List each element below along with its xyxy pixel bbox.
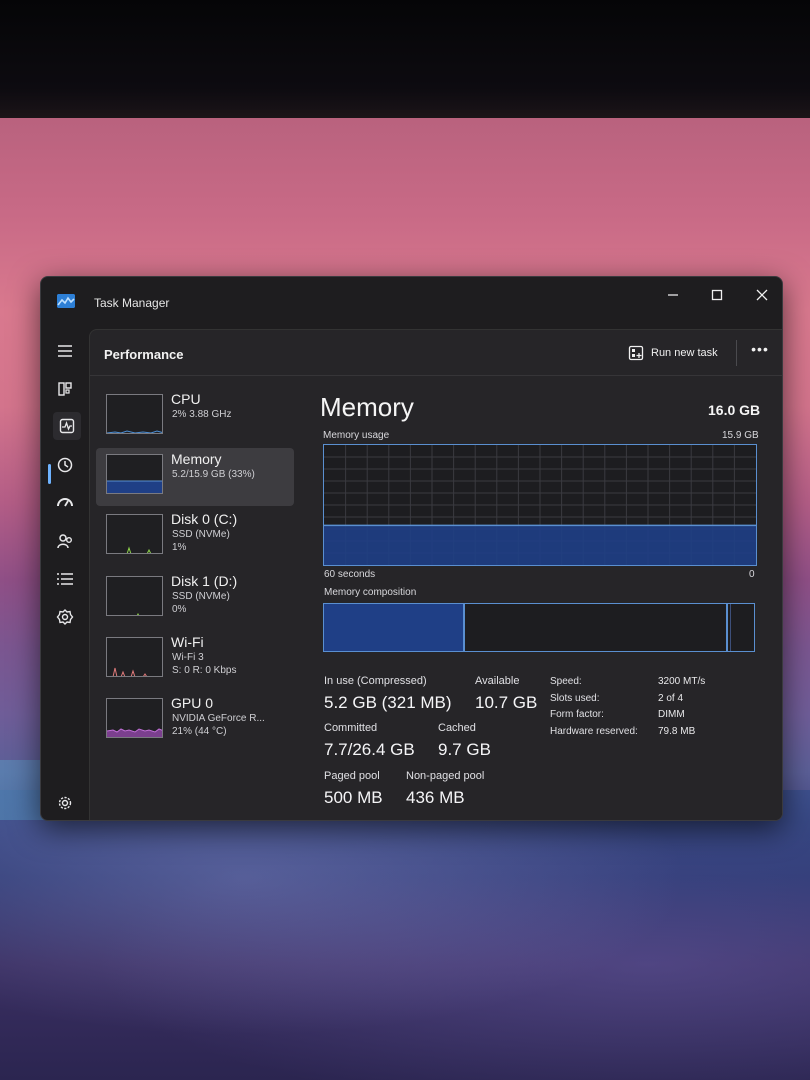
- window-title: Task Manager: [94, 296, 170, 310]
- in-use-value: 5.2 GB (321 MB): [324, 693, 452, 712]
- memory-thumbnail-graph: [106, 454, 163, 494]
- form-factor-value: DIMM: [658, 709, 685, 720]
- memory-usage-chart: [324, 445, 756, 565]
- hamburger-menu-icon[interactable]: [51, 337, 79, 365]
- processes-icon[interactable]: [51, 375, 79, 403]
- hardware-reserved-label: Hardware reserved:: [550, 726, 638, 737]
- resource-usage: 0%: [172, 604, 187, 615]
- detail-title: Memory: [320, 392, 414, 422]
- non-paged-pool-label: Non-paged pool: [406, 770, 485, 782]
- title-bar[interactable]: Task Manager: [41, 277, 782, 325]
- services-icon[interactable]: [51, 603, 79, 631]
- memory-usage-max: 15.9 GB: [722, 430, 759, 441]
- resource-detail: SSD (NVMe): [172, 529, 230, 540]
- wallpaper-sea: [0, 790, 810, 1080]
- memory-usage-label: Memory usage: [323, 430, 390, 441]
- close-button[interactable]: [742, 281, 782, 309]
- cached-value: 9.7 GB: [438, 740, 491, 759]
- memory-total: 16.0 GB: [708, 402, 761, 418]
- resource-usage: S: 0 R: 0 Kbps: [172, 665, 237, 676]
- resource-usage: 1%: [172, 542, 187, 553]
- committed-label: Committed: [324, 722, 378, 734]
- maximize-button[interactable]: [697, 281, 737, 309]
- composition-free: [733, 604, 754, 651]
- graph-time-left: 60 seconds: [324, 569, 376, 580]
- disk-0-thumbnail-graph: [106, 514, 163, 554]
- form-factor-label: Form factor:: [550, 709, 604, 720]
- memory-composition-bar: [323, 603, 755, 652]
- paged-pool-value: 500 MB: [324, 788, 383, 807]
- paged-pool-label: Paged pool: [324, 770, 380, 782]
- users-icon[interactable]: [51, 527, 79, 555]
- settings-icon[interactable]: [51, 789, 79, 817]
- disk-1-thumbnail-graph: [106, 576, 163, 616]
- resource-detail: 2% 3.88 GHz: [172, 409, 232, 420]
- resource-item-wifi[interactable]: Wi-Fi Wi-Fi 3 S: 0 R: 0 Kbps: [96, 631, 294, 689]
- in-use-label: In use (Compressed): [324, 675, 427, 687]
- navigation-rail: [41, 325, 87, 820]
- resource-item-memory[interactable]: Memory 5.2/15.9 GB (33%): [96, 448, 294, 506]
- startup-apps-icon[interactable]: [51, 489, 79, 517]
- resource-detail: NVIDIA GeForce R...: [172, 713, 265, 724]
- memory-usage-area: [324, 525, 756, 565]
- performance-icon[interactable]: [53, 412, 81, 440]
- wifi-thumbnail-graph: [106, 637, 163, 677]
- graph-time-right: 0: [749, 569, 755, 580]
- available-value: 10.7 GB: [475, 693, 538, 712]
- page-title: Performance: [104, 347, 184, 362]
- cpu-thumbnail-graph: [106, 394, 163, 434]
- speed-label: Speed:: [550, 676, 582, 687]
- toolbar-divider: [736, 340, 737, 366]
- composition-modified: [730, 604, 731, 651]
- run-new-task-button[interactable]: Run new task: [628, 342, 718, 364]
- speed-value: 3200 MT/s: [658, 676, 706, 687]
- resource-item-cpu[interactable]: CPU 2% 3.88 GHz: [96, 388, 294, 446]
- composition-in-use: [324, 604, 465, 651]
- resource-detail: SSD (NVMe): [172, 591, 230, 602]
- resource-item-disk-0[interactable]: Disk 0 (C:) SSD (NVMe) 1%: [96, 508, 294, 566]
- resource-detail: 5.2/15.9 GB (33%): [172, 469, 255, 480]
- committed-value: 7.7/26.4 GB: [324, 740, 415, 759]
- memory-usage-graph: [323, 444, 757, 566]
- details-icon[interactable]: [51, 565, 79, 593]
- app-history-icon[interactable]: [51, 451, 79, 479]
- hardware-reserved-value: 79.8 MB: [658, 726, 696, 737]
- slots-used-label: Slots used:: [550, 693, 600, 704]
- gpu-0-thumbnail-graph: [106, 698, 163, 738]
- monitor-bezel: [0, 0, 810, 118]
- memory-composition-label: Memory composition: [324, 587, 417, 598]
- task-manager-icon: [57, 294, 75, 308]
- more-options-button[interactable]: •••: [748, 341, 772, 363]
- header-separator: [90, 375, 782, 376]
- task-manager-window: Task Manager Performance Run new task ••…: [40, 276, 783, 821]
- non-paged-pool-value: 436 MB: [406, 788, 465, 807]
- minimize-button[interactable]: [653, 281, 693, 309]
- run-new-task-icon: [628, 345, 644, 361]
- resource-item-gpu-0[interactable]: GPU 0 NVIDIA GeForce R... 21% (44 °C): [96, 692, 294, 750]
- resource-item-disk-1[interactable]: Disk 1 (D:) SSD (NVMe) 0%: [96, 570, 294, 628]
- run-new-task-label: Run new task: [651, 347, 718, 359]
- resource-name: Disk 0 (C:): [171, 511, 238, 527]
- resource-name: Memory: [171, 451, 222, 467]
- resource-name: CPU: [171, 391, 201, 407]
- resource-detail: Wi-Fi 3: [172, 652, 204, 663]
- composition-standby: [467, 604, 728, 651]
- slots-used-value: 2 of 4: [658, 693, 684, 704]
- resource-name: Wi-Fi: [171, 634, 204, 650]
- resource-usage: 21% (44 °C): [172, 726, 227, 737]
- cached-label: Cached: [438, 722, 476, 734]
- performance-panel: Performance Run new task ••• CPU 2% 3.88…: [89, 329, 782, 820]
- available-label: Available: [475, 675, 520, 687]
- resource-name: Disk 1 (D:): [171, 573, 238, 589]
- resource-name: GPU 0: [171, 695, 214, 711]
